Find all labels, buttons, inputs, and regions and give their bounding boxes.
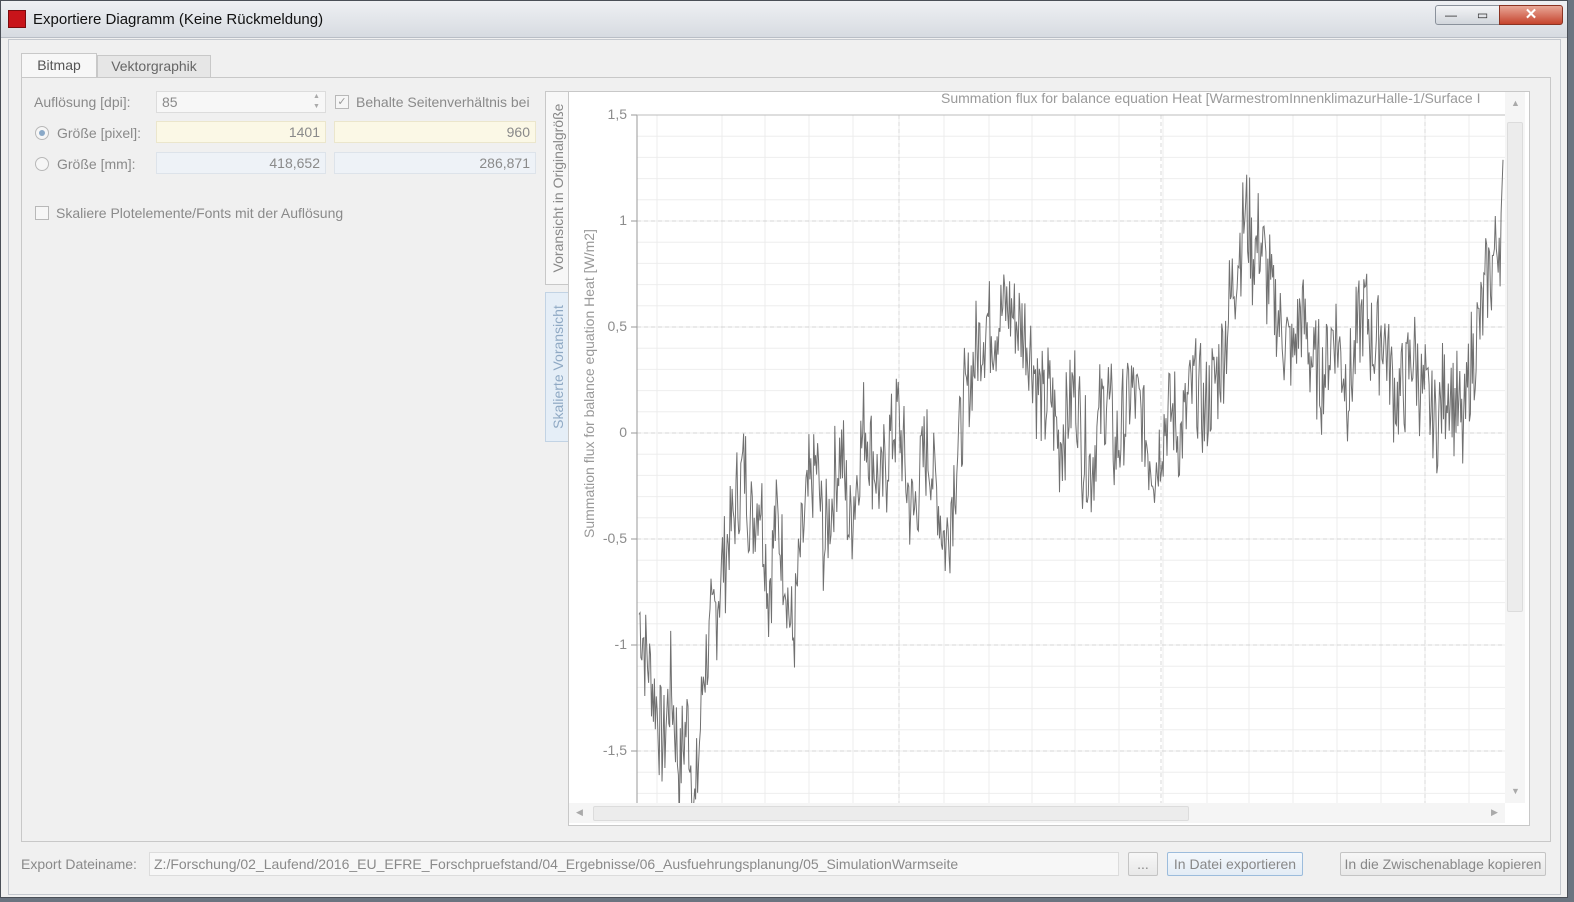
keep-aspect-label: Behalte Seitenverhältnis bei (356, 94, 530, 110)
browse-button[interactable]: ... (1128, 852, 1158, 876)
vertical-scroll-thumb[interactable] (1507, 122, 1523, 612)
filename-label: Export Dateiname: (21, 856, 137, 872)
tab-vektorgraphik[interactable]: Vektorgraphik (97, 55, 211, 78)
size-mm-height-input[interactable]: 286,871 (334, 152, 536, 174)
radio-selected-dot (39, 130, 45, 136)
horizontal-scroll-thumb[interactable] (593, 806, 1189, 821)
scroll-down-icon[interactable]: ▼ (1511, 786, 1520, 796)
spin-down-icon[interactable]: ▼ (309, 102, 324, 112)
keep-aspect-checkbox[interactable]: ✓ (335, 95, 349, 109)
scroll-up-icon[interactable]: ▲ (1511, 98, 1520, 108)
spin-up-icon[interactable]: ▲ (309, 92, 324, 102)
scale-fonts-label: Skaliere Plotelemente/Fonts mit der Aufl… (56, 205, 344, 221)
app-icon (8, 10, 26, 28)
tab-preview-original-label: Voransicht in Originalgröße (550, 103, 566, 273)
copy-to-clipboard-button[interactable]: In die Zwischenablage kopieren (1340, 852, 1546, 876)
close-button[interactable]: ✕ (1499, 5, 1563, 25)
size-mm-radio[interactable] (35, 157, 49, 171)
resolution-input[interactable]: 85 (156, 91, 326, 113)
filename-input[interactable]: Z:/Forschung/02_Laufend/2016_EU_EFRE_For… (149, 852, 1119, 876)
title-bar[interactable]: Exportiere Diagramm (Keine Rückmeldung) … (1, 1, 1567, 38)
window-title: Exportiere Diagramm (Keine Rückmeldung) (33, 11, 324, 28)
resolution-label: Auflösung [dpi]: (34, 94, 131, 110)
tab-bitmap[interactable]: Bitmap (21, 53, 97, 78)
series-line (638, 159, 1504, 803)
scroll-right-icon[interactable]: ▶ (1491, 807, 1498, 818)
export-to-file-button[interactable]: In Datei exportieren (1167, 852, 1303, 876)
chart-preview[interactable]: Summation flux for balance equation Heat… (568, 91, 1530, 826)
preview-vertical-scrollbar[interactable]: ▲ ▼ (1505, 92, 1525, 803)
tab-preview-scaled-label: Skalierte Voransicht (550, 305, 566, 429)
minimize-button[interactable]: — (1435, 5, 1467, 25)
maximize-button[interactable]: ▭ (1466, 5, 1500, 25)
scroll-left-icon[interactable]: ◀ (576, 807, 583, 818)
chart-plot-area (631, 114, 1505, 803)
size-pixel-radio[interactable] (35, 126, 49, 140)
resolution-spinner[interactable]: ▲ ▼ (309, 92, 324, 112)
preview-horizontal-scrollbar[interactable]: ◀ ▶ (569, 803, 1505, 823)
size-mm-width-input[interactable]: 418,652 (156, 152, 326, 174)
export-dialog-window: Exportiere Diagramm (Keine Rückmeldung) … (0, 0, 1568, 898)
size-mm-label: Größe [mm]: (57, 156, 136, 172)
size-pixel-height-input[interactable]: 960 (334, 121, 536, 143)
size-pixel-width-input[interactable]: 1401 (156, 121, 326, 143)
dialog-body: Bitmap Vektorgraphik Auflösung [dpi]: 85… (8, 39, 1561, 895)
scale-fonts-checkbox[interactable] (35, 206, 49, 220)
size-pixel-label: Größe [pixel]: (57, 125, 142, 141)
